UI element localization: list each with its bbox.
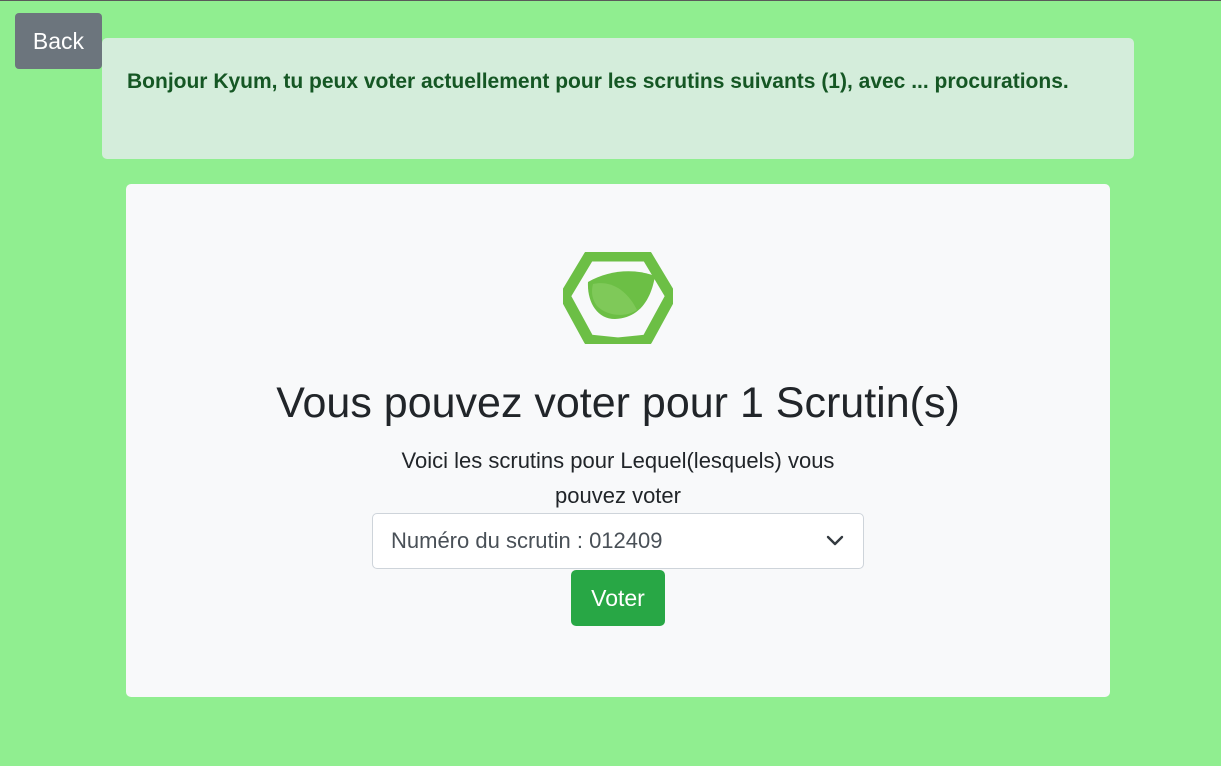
page-title: Vous pouvez voter pour 1 Scrutin(s) [276, 379, 960, 427]
alert-message: Bonjour Kyum, tu peux voter actuellement… [127, 70, 1069, 93]
vote-card: Vous pouvez voter pour 1 Scrutin(s) Voic… [126, 184, 1110, 697]
scrutin-select-value: Numéro du scrutin : 012409 [391, 528, 663, 553]
welcome-alert: Bonjour Kyum, tu peux voter actuellement… [102, 38, 1134, 159]
page-subtitle: Voici les scrutins pour Lequel(lesquels)… [401, 448, 835, 508]
vote-button[interactable]: Voter [571, 570, 665, 626]
back-button[interactable]: Back [15, 13, 102, 69]
chevron-down-icon [825, 534, 845, 548]
leaf-hexagon-icon [559, 250, 677, 349]
scrutin-select[interactable]: Numéro du scrutin : 012409 [372, 513, 864, 569]
